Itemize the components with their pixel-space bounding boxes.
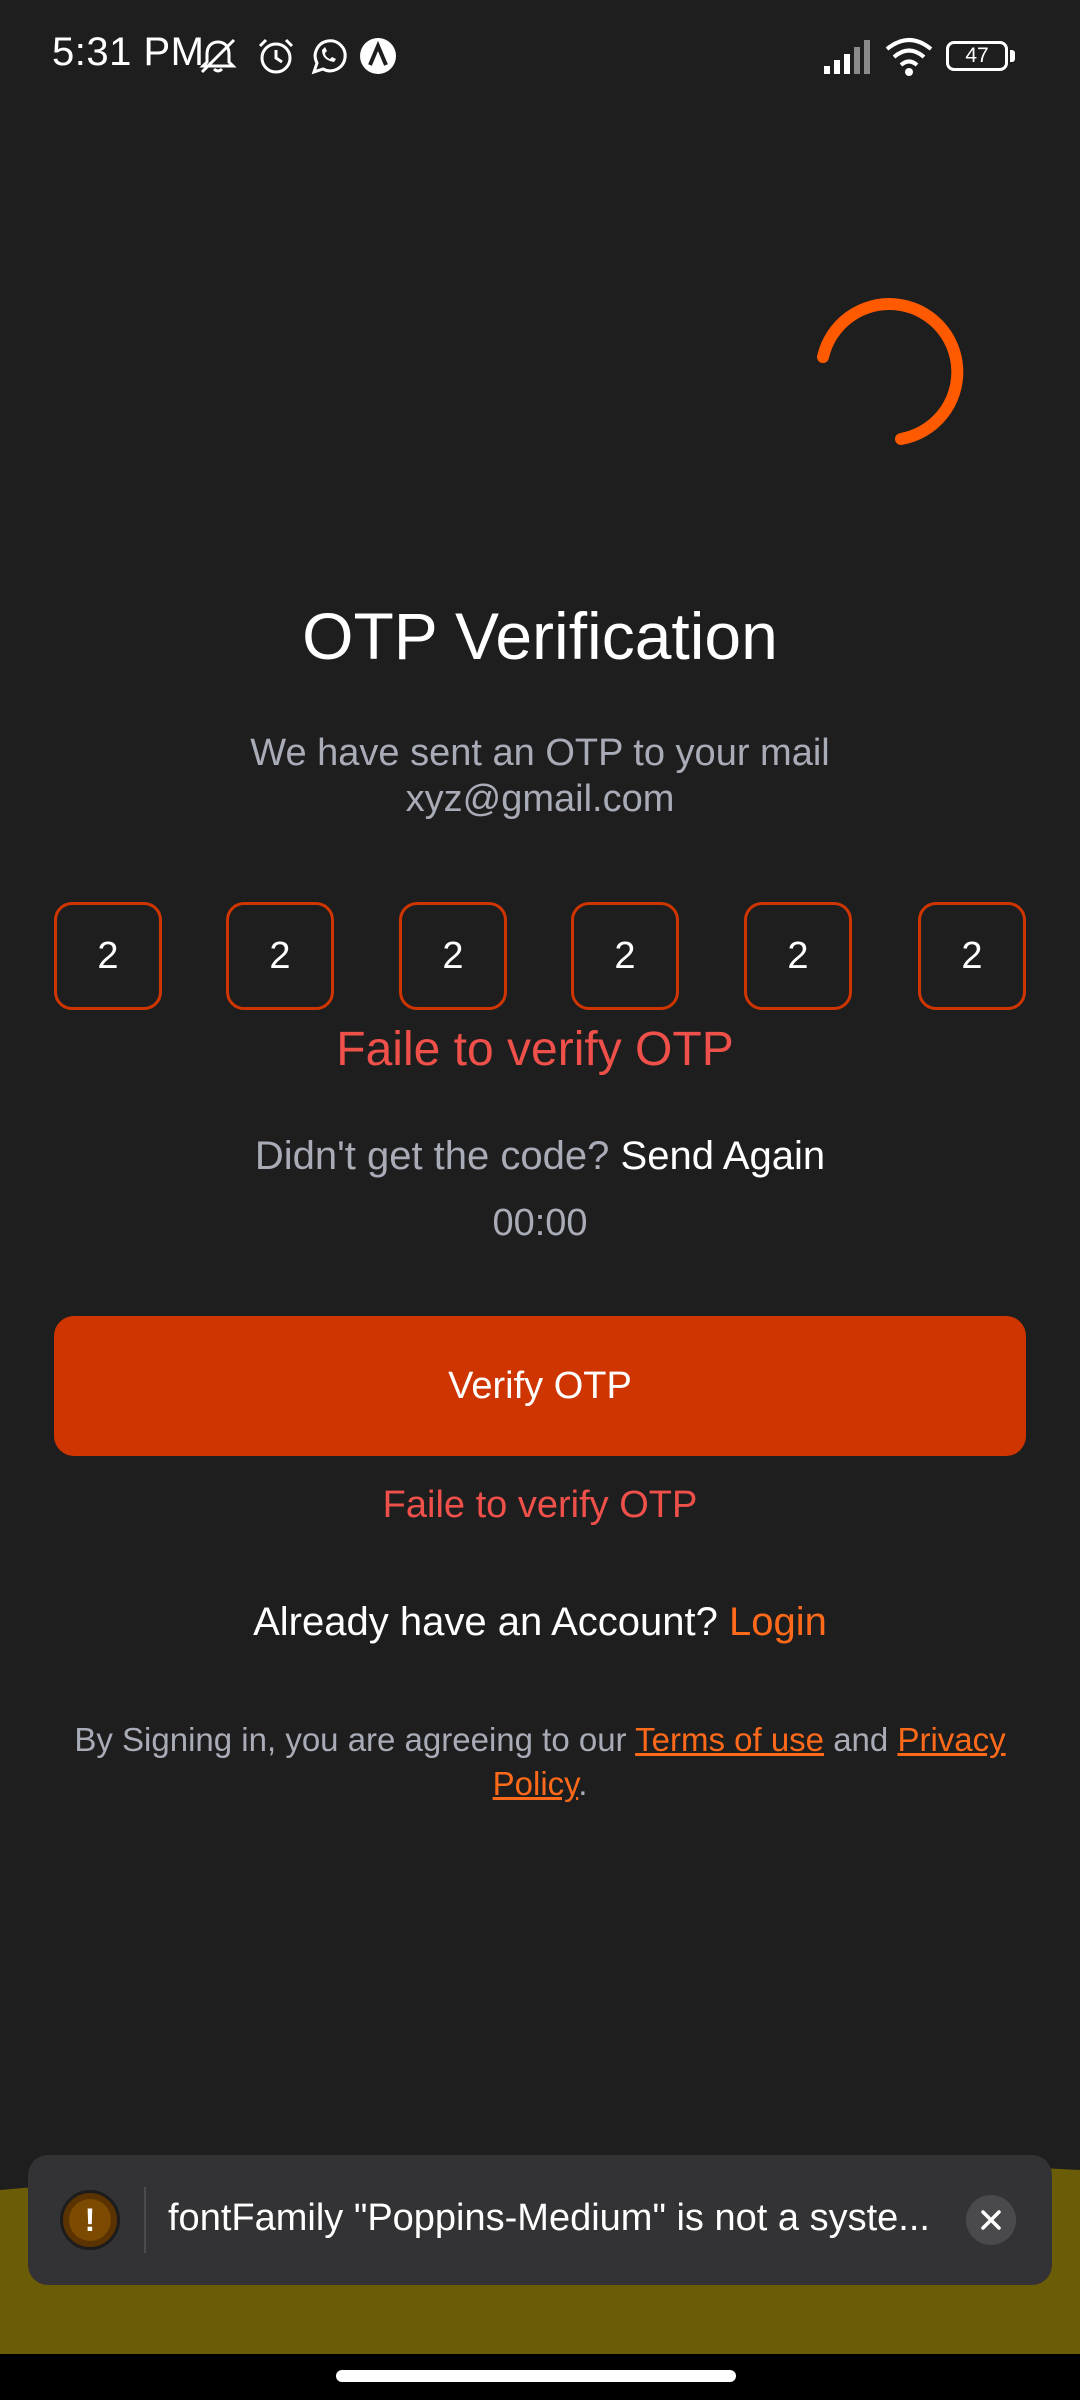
login-line: Already have an Account? Login [0,1600,1080,1645]
warning-icon: ! [60,2190,120,2250]
mute-icon [199,38,237,74]
signal-icon [824,40,870,74]
otp-digit-6[interactable]: 2 [918,902,1026,1010]
status-time: 5:31 PM [52,30,205,74]
battery-cap [1010,50,1015,62]
loading-spinner-icon [817,298,964,445]
otp-digit-4[interactable]: 2 [571,902,679,1010]
toast-message: fontFamily "Poppins-Medium" is not a sys… [168,2197,930,2239]
otp-email: xyz@gmail.com [405,778,675,820]
otp-subtitle-message: We have sent an OTP to your mail [250,732,830,774]
otp-digit-5[interactable]: 2 [744,902,852,1010]
terms-of-use-link[interactable]: Terms of use [635,1721,824,1758]
terms-prefix: By Signing in, you are agreeing to our [74,1721,627,1758]
close-icon[interactable] [966,2195,1016,2245]
login-link[interactable]: Login [729,1600,827,1644]
battery-indicator: 47 [946,41,1008,71]
terms-and: and [833,1721,889,1758]
verify-otp-button[interactable]: Verify OTP [54,1316,1026,1456]
resend-prompt: Didn't get the code? [254,1134,610,1178]
warning-toast[interactable]: ! fontFamily "Poppins-Medium" is not a s… [28,2155,1052,2285]
otp-screen: 5:31 PM 47 OTP Verification We have sent… [0,0,1080,2400]
wifi-icon [885,38,933,76]
page-title: OTP Verification [302,599,778,673]
toast-divider [144,2187,146,2253]
alarm-icon [258,38,294,74]
otp-subtitle: We have sent an OTP to your mail xyz@gma… [0,730,1080,822]
terms-notice: By Signing in, you are agreeing to our T… [70,1718,1010,1806]
otp-digit-1[interactable]: 2 [54,902,162,1010]
whatsapp-icon [311,39,347,75]
otp-input-row: 2 2 2 2 2 2 [54,902,1026,1010]
login-prompt: Already have an Account? [253,1600,718,1644]
resend-timer: 00:00 [492,1202,588,1244]
otp-digit-2[interactable]: 2 [226,902,334,1010]
home-indicator[interactable] [336,2370,736,2382]
warning-icon-glyph: ! [69,2199,111,2241]
send-again-link[interactable]: Send Again [621,1134,826,1178]
app-icon [360,38,396,74]
otp-error-message: Faile to verify OTP [336,1023,734,1076]
status-bar: 5:31 PM 47 [0,0,1080,115]
verify-error-message: Faile to verify OTP [382,1484,698,1526]
terms-suffix: . [578,1765,588,1802]
otp-digit-3[interactable]: 2 [399,902,507,1010]
resend-line: Didn't get the code? Send Again [0,1134,1080,1179]
